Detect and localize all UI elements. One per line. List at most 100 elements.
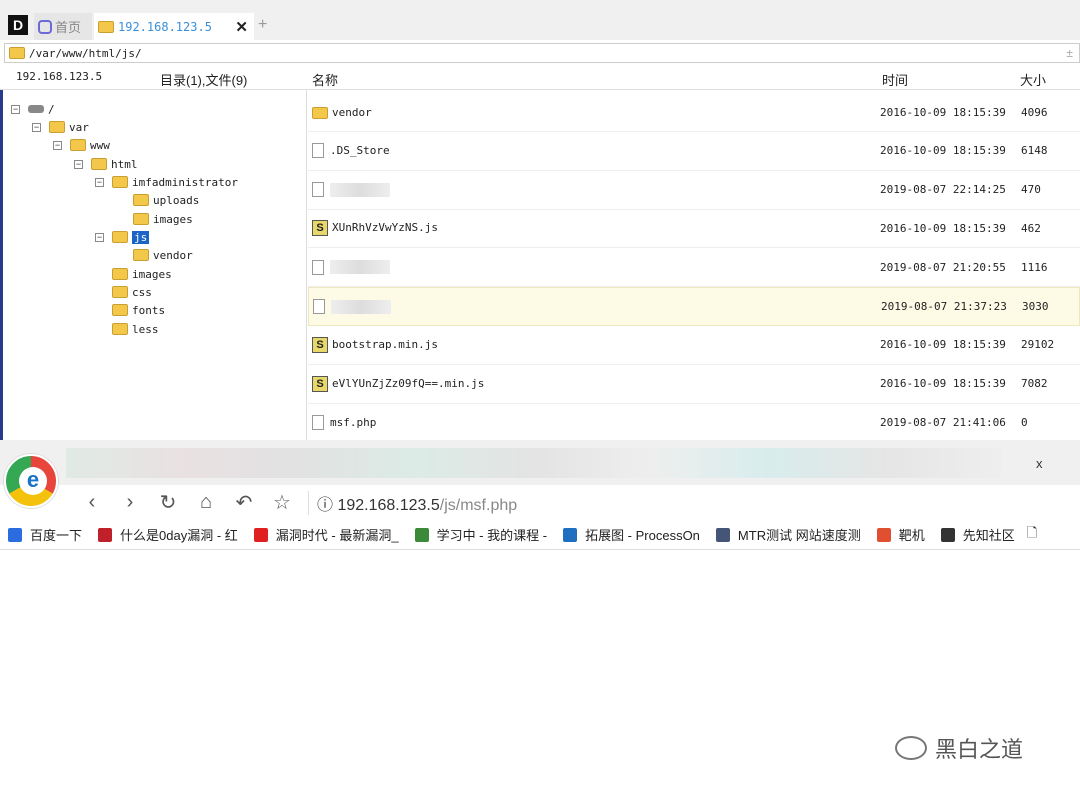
star-icon[interactable]: ☆ xyxy=(270,490,294,515)
tree-node-label: / xyxy=(48,102,55,116)
dir-summary: 目录(1),文件(9) xyxy=(160,73,248,88)
file-row[interactable]: .DS_Store 2016-10-09 18:15:39 6148 xyxy=(308,132,1080,171)
tab-home[interactable]: 首页 xyxy=(34,13,92,40)
bookmark-icon xyxy=(940,527,955,542)
forward-icon[interactable]: › xyxy=(118,491,142,514)
file-time: 2019-08-07 21:20:55 xyxy=(880,260,1006,274)
collapse-toggle[interactable]: − xyxy=(95,177,104,187)
file-size: 3030 xyxy=(1022,300,1049,313)
file-time: 2016-10-09 18:15:39 xyxy=(880,338,1006,352)
undo-icon[interactable]: ↶ xyxy=(232,490,256,515)
back-icon[interactable]: ‹ xyxy=(80,491,104,514)
tree-node[interactable]: images xyxy=(95,265,172,283)
folder-icon xyxy=(133,194,149,206)
bookmark-item[interactable]: 学习中 - 我的课程 - xyxy=(414,525,547,544)
column-size[interactable]: 大小 xyxy=(1020,70,1046,89)
script-icon: S xyxy=(312,220,328,237)
folder-icon xyxy=(112,323,128,335)
collapse-toggle[interactable]: − xyxy=(11,104,20,114)
tree-node[interactable]: uploads xyxy=(116,191,199,209)
browser-tab-strip: x xyxy=(0,440,1080,485)
folder-icon xyxy=(112,268,128,280)
file-row[interactable]: vendor 2016-10-09 18:15:39 4096 xyxy=(308,93,1080,132)
tree-node-label: js xyxy=(132,230,150,244)
bookmark-icon xyxy=(414,527,429,542)
new-tab-button[interactable]: + xyxy=(258,16,267,34)
folder-icon xyxy=(112,176,128,188)
tree-node[interactable]: vendor xyxy=(116,246,193,264)
file-row[interactable]: SeVlYUnZjZz09fQ==.min.js 2016-10-09 18:15… xyxy=(308,365,1080,404)
bookmark-item[interactable]: 什么是0day漏洞 - 红 xyxy=(98,525,238,544)
tree-node[interactable]: − www xyxy=(53,136,110,154)
bookmark-item[interactable]: 拓展图 - ProcessOn xyxy=(563,525,700,544)
file-row[interactable]: Sbootstrap.min.js 2016-10-09 18:15:39 2910… xyxy=(308,326,1080,365)
bookmark-item[interactable]: 先知社区 xyxy=(940,525,1015,544)
file-size: 4096 xyxy=(1021,105,1048,119)
tree-node[interactable]: css xyxy=(95,283,152,301)
bookmark-icon xyxy=(563,527,578,542)
collapse-toggle[interactable]: − xyxy=(53,140,62,150)
file-row[interactable]: msf.php 2019-08-07 21:41:06 0 xyxy=(308,403,1080,443)
home-icon[interactable]: ⌂ xyxy=(194,491,218,514)
tab-home-label: 首页 xyxy=(55,20,82,35)
tree-node-label: vendor xyxy=(153,248,193,262)
tree-node[interactable]: − var xyxy=(32,118,89,136)
tree-node[interactable]: − imfadministrator xyxy=(95,173,238,191)
bookmark-item[interactable]: 百度一下 xyxy=(8,525,82,544)
blurred-tabs xyxy=(66,448,1001,478)
column-name[interactable]: 名称 xyxy=(312,70,338,89)
tree-node-label: less xyxy=(132,322,159,336)
close-tab-button[interactable]: x xyxy=(1036,456,1043,471)
tree-node[interactable]: less xyxy=(95,320,159,338)
collapse-toggle[interactable]: − xyxy=(95,232,104,242)
folder-icon xyxy=(133,213,149,225)
bookmark-label: MTR测试 网站速度测 xyxy=(737,528,861,543)
bookmark-icon xyxy=(715,527,730,542)
folder-icon xyxy=(9,47,25,59)
collapse-toggle[interactable]: − xyxy=(74,159,83,169)
bookmark-item[interactable]: 靶机 xyxy=(876,525,925,544)
reload-icon[interactable]: ↻ xyxy=(156,490,180,515)
collapse-toggle[interactable]: − xyxy=(32,122,41,132)
bookmark-item[interactable]: 漏洞时代 - 最新漏洞_ xyxy=(253,525,399,544)
folder-icon xyxy=(49,121,65,133)
file-icon xyxy=(313,299,325,315)
file-icon xyxy=(312,143,324,159)
folder-icon xyxy=(112,231,128,243)
url-path: /js/msf.php xyxy=(439,496,518,514)
watermark-text: 黑白之道 xyxy=(935,737,1024,762)
file-row[interactable]: 2019-08-07 21:37:23 3030 xyxy=(308,287,1080,326)
file-row[interactable]: 2019-08-07 22:14:25 470 xyxy=(308,171,1080,210)
close-tab-button[interactable]: ✕ xyxy=(235,18,248,36)
blurred-filename xyxy=(330,182,390,197)
file-time: 2016-10-09 18:15:39 xyxy=(880,105,1006,119)
path-input[interactable]: /var/www/html/js/ xyxy=(29,47,142,60)
blurred-filename xyxy=(331,299,391,314)
bookmark-icon xyxy=(876,527,891,542)
file-row[interactable]: S XUnRhVzVwYzNS.js 2016-10-09 18:15:39 462 xyxy=(308,209,1080,249)
url-input[interactable]: ⓘ 192.168.123.5/js/msf.php xyxy=(308,490,518,515)
blurred-filename xyxy=(330,260,390,275)
expand-icon[interactable]: ± xyxy=(1066,46,1073,60)
bookmark-label: 什么是0day漏洞 - 红 xyxy=(120,528,238,543)
column-time[interactable]: 时间 xyxy=(882,70,908,89)
tree-node[interactable]: − / xyxy=(11,100,55,118)
tree-node[interactable]: fonts xyxy=(95,301,165,319)
folder-icon xyxy=(112,286,128,298)
tree-node[interactable]: − html xyxy=(74,155,138,173)
file-time: 2016-10-09 18:15:39 xyxy=(880,221,1006,235)
page-icon[interactable]: 🗋 xyxy=(1027,524,1037,546)
tree-node[interactable]: − js xyxy=(95,228,150,246)
app-tab-bar: D 首页 192.168.123.5 ✕ + xyxy=(0,0,1080,40)
tab-remote[interactable]: 192.168.123.5 ✕ xyxy=(94,13,254,40)
column-header: 192.168.123.5 目录(1),文件(9) 名称 时间 大小 xyxy=(0,66,1080,90)
file-row[interactable]: 2019-08-07 21:20:55 1116 xyxy=(308,248,1080,288)
folder-icon xyxy=(98,20,114,33)
file-size: 1116 xyxy=(1021,260,1048,274)
bookmark-item[interactable]: MTR测试 网站速度测 xyxy=(715,525,861,544)
bookmark-icon xyxy=(98,527,113,542)
file-name: .DS_Store xyxy=(330,144,390,158)
path-bar[interactable]: /var/www/html/js/ ± xyxy=(4,43,1080,63)
file-time: 2019-08-07 21:37:23 xyxy=(881,300,1007,313)
tree-node[interactable]: images xyxy=(116,210,193,228)
